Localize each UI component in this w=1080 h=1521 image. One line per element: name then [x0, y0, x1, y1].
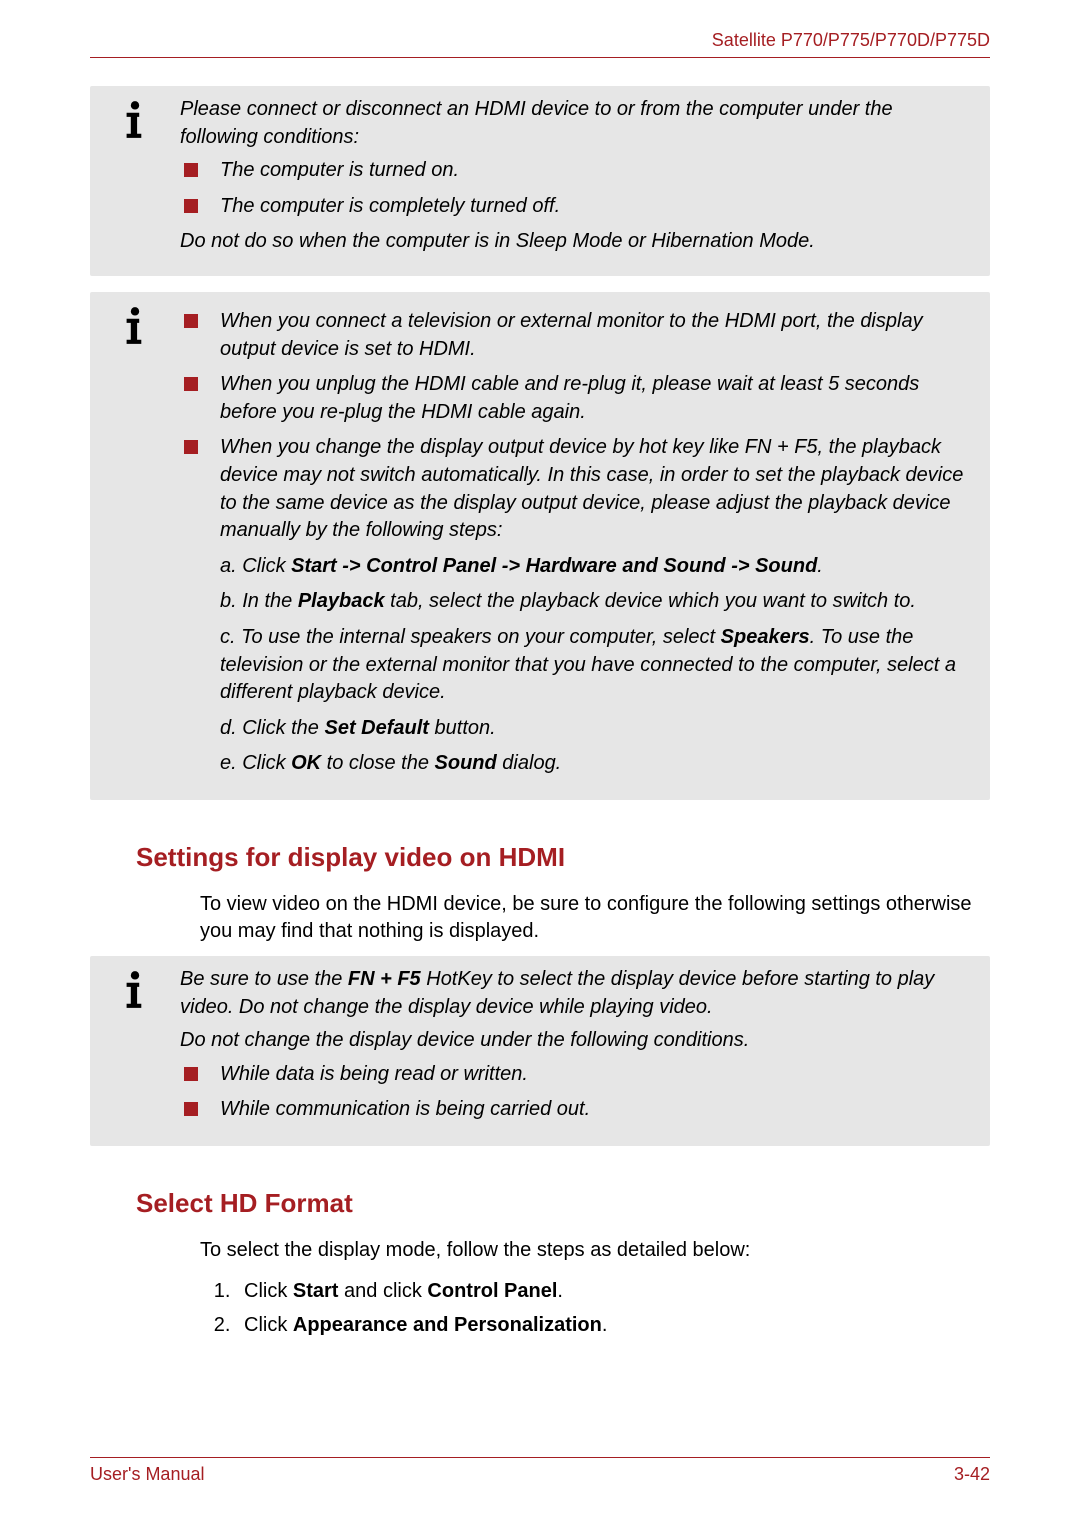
step-b: b. In the Playback tab, select the playb… [220, 588, 970, 616]
step-e: e. Click OK to close the Sound dialog. [220, 750, 970, 778]
note-content: Be sure to use the FN + F5 HotKey to sel… [180, 966, 970, 1132]
list-item: While communication is being carried out… [180, 1096, 970, 1124]
page-number: 3-42 [954, 1464, 990, 1485]
list-item: Click Start and click Control Panel. [236, 1275, 990, 1307]
info-icon [114, 304, 156, 346]
page-footer: User's Manual 3-42 [90, 1457, 990, 1485]
info-icon-col [90, 302, 180, 346]
product-model: Satellite P770/P775/P770D/P775D [712, 30, 990, 50]
substeps: a. Click Start -> Control Panel -> Hardw… [220, 553, 970, 778]
footer-title: User's Manual [90, 1464, 204, 1485]
list-item: The computer is completely turned off. [180, 193, 970, 221]
note-content: Please connect or disconnect an HDMI dev… [180, 96, 970, 262]
list-item: Click Appearance and Personalization. [236, 1309, 990, 1341]
info-icon-col [90, 96, 180, 140]
note-p1: Be sure to use the FN + F5 HotKey to sel… [180, 966, 970, 1021]
step-c: c. To use the internal speakers on your … [220, 624, 970, 707]
list-item: When you unplug the HDMI cable and re-pl… [180, 371, 970, 426]
note-block-2: When you connect a television or externa… [90, 292, 990, 800]
note-content: When you connect a television or externa… [180, 302, 970, 786]
note-intro: Please connect or disconnect an HDMI dev… [180, 96, 970, 151]
note-bullets: When you connect a television or externa… [180, 308, 970, 778]
note-outro: Do not do so when the computer is in Sle… [180, 228, 970, 256]
step-d: d. Click the Set Default button. [220, 715, 970, 743]
heading-settings-hdmi: Settings for display video on HDMI [136, 842, 990, 873]
note-bullets: The computer is turned on. The computer … [180, 157, 970, 220]
numbered-list: Click Start and click Control Panel. Cli… [200, 1275, 990, 1341]
section-body: To view video on the HDMI device, be sur… [200, 891, 990, 946]
heading-select-hd-format: Select HD Format [136, 1188, 990, 1219]
section-body: To select the display mode, follow the s… [200, 1237, 990, 1265]
list-item: The computer is turned on. [180, 157, 970, 185]
page-header: Satellite P770/P775/P770D/P775D [90, 30, 990, 58]
note-bullets: While data is being read or written. Whi… [180, 1061, 970, 1124]
list-item: When you change the display output devic… [180, 434, 970, 778]
step-a: a. Click Start -> Control Panel -> Hardw… [220, 553, 970, 581]
note-block-3: Be sure to use the FN + F5 HotKey to sel… [90, 956, 990, 1146]
note-block-1: Please connect or disconnect an HDMI dev… [90, 86, 990, 276]
note-p2: Do not change the display device under t… [180, 1027, 970, 1055]
info-icon [114, 98, 156, 140]
info-icon-col [90, 966, 180, 1010]
list-item: When you connect a television or externa… [180, 308, 970, 363]
list-item: While data is being read or written. [180, 1061, 970, 1089]
info-icon [114, 968, 156, 1010]
